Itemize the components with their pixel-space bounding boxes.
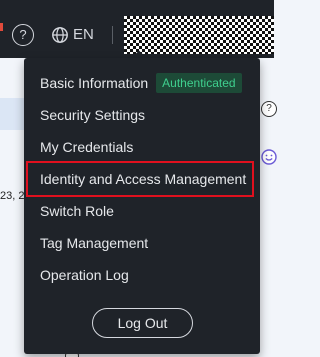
menu-item-tag-management[interactable]: Tag Management: [24, 227, 260, 259]
globe-icon: [52, 27, 68, 43]
account-dropdown-menu: Basic Information Authenticated Security…: [24, 58, 260, 354]
page-background-band: [0, 98, 24, 130]
menu-item-switch-role[interactable]: Switch Role: [24, 195, 260, 227]
help-icon[interactable]: ?: [12, 24, 34, 46]
logout-button[interactable]: Log Out: [92, 308, 193, 338]
account-avatar[interactable]: [124, 16, 274, 54]
page-help-icon[interactable]: ?: [261, 101, 277, 117]
page-partial-text: 23, 2: [0, 190, 25, 202]
menu-item-operation-log[interactable]: Operation Log: [24, 259, 260, 291]
menu-item-label: Operation Log: [40, 267, 129, 283]
authenticated-badge: Authenticated: [156, 73, 242, 93]
language-selector[interactable]: EN: [51, 24, 94, 46]
menu-item-label: Security Settings: [40, 107, 146, 123]
menu-item-basic-information[interactable]: Basic Information Authenticated: [24, 67, 260, 99]
header-divider: [112, 26, 113, 44]
menu-item-identity-access-management[interactable]: Identity and Access Management: [24, 163, 260, 195]
menu-item-label: Identity and Access Management: [40, 171, 247, 187]
menu-item-my-credentials[interactable]: My Credentials: [24, 131, 260, 163]
menu-item-security-settings[interactable]: Security Settings: [24, 99, 260, 131]
menu-item-label: Switch Role: [40, 203, 114, 219]
feedback-smile-icon[interactable]: [261, 149, 277, 165]
notification-indicator: [0, 23, 3, 31]
top-nav-bar: ? EN: [0, 0, 274, 58]
language-label: EN: [73, 26, 94, 43]
menu-item-label: Tag Management: [40, 235, 149, 251]
menu-item-label: My Credentials: [40, 139, 134, 155]
menu-item-label: Basic Information: [40, 75, 149, 91]
